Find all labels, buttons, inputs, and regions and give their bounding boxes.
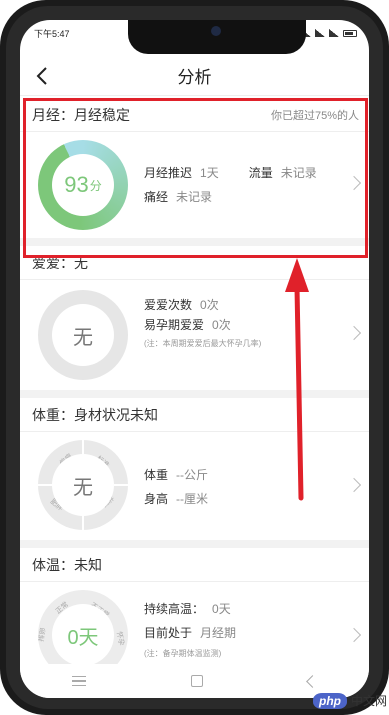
menstruation-card-body: 93 分 月经推迟 1天 流量 未记录 痛经 未记录 xyxy=(20,132,369,238)
watermark-text: 中文网 xyxy=(350,694,387,708)
delay-label: 月经推迟 xyxy=(144,165,193,180)
score-center: 93 分 xyxy=(52,154,114,216)
temperature-info: 持续高温： 0天 目前处于 月经期 (注：备孕期体温监测) xyxy=(144,596,236,662)
menstruation-hint: 你已超过75%的人 xyxy=(270,109,359,122)
love-ring: 无 xyxy=(38,290,128,380)
temperature-note: (注：备孕期体温监测) xyxy=(144,648,222,658)
chevron-right-icon xyxy=(346,627,362,643)
love-ring-center: 无 xyxy=(52,304,114,366)
phone-screen: 下午5:47 分析 月经：月经稳定 你已超过75%的人 93 分 月经推迟 1天… xyxy=(20,20,369,698)
score-unit: 分 xyxy=(89,178,102,193)
score-value: 93 xyxy=(64,172,89,197)
signal-icon-2 xyxy=(329,29,339,37)
page-title: 分析 xyxy=(177,68,212,87)
section-divider xyxy=(20,540,369,548)
weight-card-body: 偏瘦 标准 偏胖 肥胖 无 体重 --公斤 身高 --厘米 xyxy=(20,432,369,540)
status-icons xyxy=(301,29,357,37)
love-fertile-label: 易孕期爱爱 xyxy=(144,317,205,332)
signal-icon xyxy=(315,29,325,37)
section-divider xyxy=(20,238,369,246)
love-card-body: 无 爱爱次数 0次 易孕期爱爱 0次 (注：本周期爱爱后最大怀孕几率) xyxy=(20,280,369,390)
love-fertile-value: 0次 xyxy=(212,317,231,332)
weight-ring-center: 无 xyxy=(52,454,114,516)
menstruation-title: 月经：月经稳定 xyxy=(32,106,130,123)
back-icon[interactable] xyxy=(305,674,319,688)
weight-info: 体重 --公斤 身高 --厘米 xyxy=(144,462,208,510)
segment-label: 怀孕 xyxy=(115,631,126,646)
temperature-ring-center: 0天 xyxy=(52,604,114,666)
pain-label: 痛经 xyxy=(144,189,169,204)
watermark-logo: php xyxy=(312,692,347,709)
weight-card-header: 体重：身材状况未知 xyxy=(20,398,369,432)
menstruation-score-ring: 93 分 xyxy=(38,140,128,230)
pain-value: 未记录 xyxy=(176,189,213,204)
temperature-ring-value: 0天 xyxy=(67,626,99,649)
menstruation-card-header: 月经：月经稳定 你已超过75%的人 xyxy=(20,98,369,132)
watermark: php 中文网 xyxy=(312,692,387,709)
temperature-card-header: 体温：未知 xyxy=(20,548,369,582)
weight-label: 体重 xyxy=(144,467,169,482)
menstruation-card[interactable]: 月经：月经稳定 你已超过75%的人 93 分 月经推迟 1天 流量 未记录 痛经… xyxy=(20,98,369,238)
back-arrow-icon[interactable] xyxy=(30,64,54,88)
section-divider xyxy=(20,390,369,398)
flow-value: 未记录 xyxy=(280,165,317,180)
segment-label: 排卵 xyxy=(38,627,47,642)
temperature-title: 体温：未知 xyxy=(32,556,102,573)
delay-value: 1天 xyxy=(200,165,219,180)
menstruation-info: 月经推迟 1天 流量 未记录 痛经 未记录 xyxy=(144,160,317,208)
high-temp-label: 持续高温： xyxy=(144,601,205,616)
phase-value: 月经期 xyxy=(200,625,237,640)
camera-icon xyxy=(211,26,221,36)
weight-title: 体重：身材状况未知 xyxy=(32,406,158,423)
chevron-right-icon xyxy=(346,477,362,493)
flow-label: 流量 xyxy=(248,165,273,180)
status-time: 下午5:47 xyxy=(34,28,70,39)
chevron-right-icon xyxy=(346,325,362,341)
weight-value: --公斤 xyxy=(176,467,209,482)
notch xyxy=(128,20,306,54)
header-bar: 分析 xyxy=(20,56,369,96)
love-ring-text: 无 xyxy=(73,326,93,349)
height-label: 身高 xyxy=(144,491,169,506)
battery-icon xyxy=(343,29,357,37)
love-info: 爱爱次数 0次 易孕期爱爱 0次 (注：本周期爱爱后最大怀孕几率) xyxy=(144,294,261,352)
weight-ring-text: 无 xyxy=(73,476,93,499)
love-card[interactable]: 爱爱：无 无 爱爱次数 0次 易孕期爱爱 0次 (注：本周期爱爱后最大怀孕几率) xyxy=(20,246,369,390)
phase-label: 目前处于 xyxy=(144,625,193,640)
chevron-right-icon xyxy=(346,175,362,191)
love-card-header: 爱爱：无 xyxy=(20,246,369,280)
high-temp-value: 0天 xyxy=(212,601,231,616)
home-icon[interactable] xyxy=(190,675,203,687)
love-note: (注：本周期爱爱后最大怀孕几率) xyxy=(144,338,262,348)
weight-card[interactable]: 体重：身材状况未知 偏瘦 标准 偏胖 肥胖 无 xyxy=(20,398,369,540)
love-count-value: 0次 xyxy=(200,297,219,312)
love-count-label: 爱爱次数 xyxy=(144,297,193,312)
love-title: 爱爱：无 xyxy=(32,254,88,271)
weight-ring: 偏瘦 标准 偏胖 肥胖 无 xyxy=(38,440,128,530)
height-value: --厘米 xyxy=(176,491,209,506)
menu-icon[interactable] xyxy=(72,676,87,686)
